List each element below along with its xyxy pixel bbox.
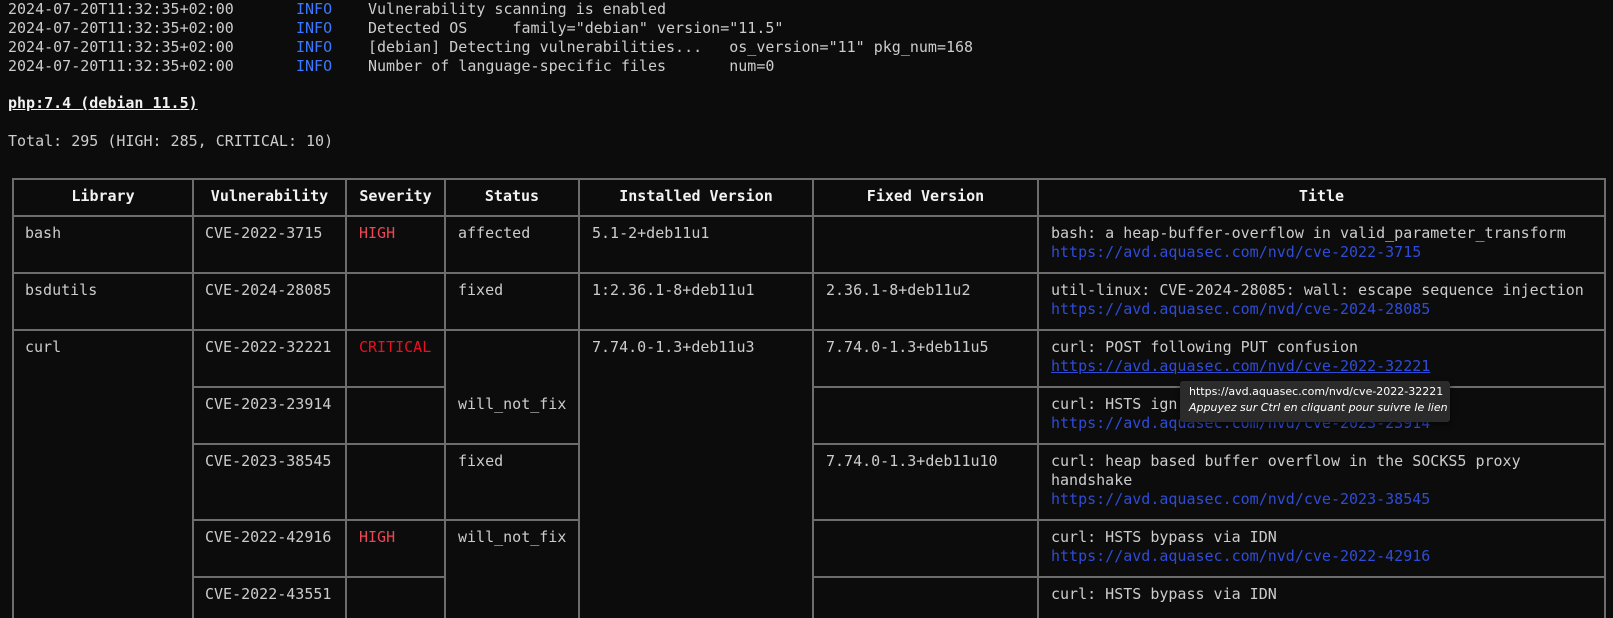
table-border bbox=[192, 386, 445, 388]
log-timestamp: 2024-07-20T11:32:35+02:00 bbox=[8, 38, 234, 56]
vulnerability-id: CVE-2024-28085 bbox=[205, 281, 332, 299]
header-status: Status bbox=[484, 187, 540, 205]
advisory-link[interactable]: https://avd.aquasec.com/nvd/cve-2022-429… bbox=[1051, 547, 1430, 566]
tooltip-hint: Appuyez sur Ctrl en cliquant pour suivre… bbox=[1189, 401, 1448, 414]
status-cell: affected bbox=[458, 224, 531, 242]
link-tooltip: https://avd.aquasec.com/nvd/cve-2022-322… bbox=[1180, 381, 1450, 422]
table-border bbox=[812, 178, 814, 618]
header-library: Library bbox=[71, 187, 135, 205]
library-cell: bash bbox=[25, 224, 62, 242]
log-line: 2024-07-20T11:32:35+02:00 INFO [debian] … bbox=[8, 38, 973, 57]
severity-badge: HIGH bbox=[359, 224, 396, 242]
table-border bbox=[12, 272, 1606, 274]
header-vulnerability: Vulnerability bbox=[210, 187, 329, 205]
log-level: INFO bbox=[296, 38, 333, 56]
installed-version-cell: 7.74.0-1.3+deb11u3 bbox=[592, 338, 755, 356]
status-cell: will_not_fix bbox=[458, 395, 567, 413]
log-message: Vulnerability scanning is enabled bbox=[368, 0, 667, 18]
header-title: Title bbox=[1298, 187, 1345, 205]
log-level: INFO bbox=[296, 0, 333, 18]
title-text: bash: a heap-buffer-overflow in valid_pa… bbox=[1051, 224, 1566, 242]
table-border bbox=[12, 178, 1606, 180]
header-severity: Severity bbox=[359, 187, 432, 205]
advisory-link-hovered[interactable]: https://avd.aquasec.com/nvd/cve-2022-322… bbox=[1051, 357, 1430, 376]
fixed-version-cell: 2.36.1-8+deb11u2 bbox=[826, 281, 971, 299]
log-timestamp: 2024-07-20T11:32:35+02:00 bbox=[8, 57, 234, 75]
tooltip-url: https://avd.aquasec.com/nvd/cve-2022-322… bbox=[1189, 385, 1444, 398]
total-summary: Total: 295 (HIGH: 285, CRITICAL: 10) bbox=[8, 132, 334, 150]
table-border bbox=[578, 178, 580, 618]
table-border bbox=[192, 178, 194, 618]
header-installed-version: Installed Version bbox=[619, 187, 773, 205]
library-cell: bsdutils bbox=[25, 281, 98, 299]
vulnerability-id: CVE-2022-43551 bbox=[205, 585, 332, 603]
table-border bbox=[192, 443, 578, 445]
log-message: Detected OS family="debian" version="11.… bbox=[368, 19, 784, 37]
log-timestamp: 2024-07-20T11:32:35+02:00 bbox=[8, 0, 234, 18]
title-text: curl: POST following PUT confusion bbox=[1051, 338, 1359, 356]
table-border bbox=[12, 178, 14, 618]
fixed-version-cell: 7.74.0-1.3+deb11u10 bbox=[826, 452, 998, 470]
title-text: curl: heap based buffer overflow in the … bbox=[1051, 452, 1521, 470]
vulnerability-id: CVE-2022-32221 bbox=[205, 338, 332, 356]
table-border bbox=[1604, 178, 1606, 618]
title-text: curl: HSTS bypass via IDN bbox=[1051, 528, 1277, 546]
table-border bbox=[812, 443, 1606, 445]
vulnerability-id: CVE-2023-38545 bbox=[205, 452, 332, 470]
table-border bbox=[812, 519, 1606, 521]
table-border bbox=[12, 329, 1606, 331]
vulnerability-id: CVE-2023-23914 bbox=[205, 395, 332, 413]
table-border bbox=[192, 519, 578, 521]
severity-badge: CRITICAL bbox=[359, 338, 432, 356]
table-border bbox=[812, 576, 1606, 578]
log-message: Number of language-specific files num=0 bbox=[368, 57, 775, 75]
title-text: util-linux: CVE-2024-28085: wall: escape… bbox=[1051, 281, 1584, 299]
log-level: INFO bbox=[296, 57, 333, 75]
vulnerability-id: CVE-2022-3715 bbox=[205, 224, 323, 242]
installed-version-cell: 1:2.36.1-8+deb11u1 bbox=[592, 281, 755, 299]
table-border bbox=[345, 178, 347, 618]
log-level: INFO bbox=[296, 19, 333, 37]
library-cell: curl bbox=[25, 338, 62, 356]
status-cell: will_not_fix bbox=[458, 528, 567, 546]
log-output: 2024-07-20T11:32:35+02:00 INFO Vulnerabi… bbox=[8, 0, 973, 76]
title-text: curl: HSTS bypass via IDN bbox=[1051, 585, 1277, 603]
fixed-version-cell: 7.74.0-1.3+deb11u5 bbox=[826, 338, 989, 356]
log-line: 2024-07-20T11:32:35+02:00 INFO Detected … bbox=[8, 19, 783, 38]
severity-badge: HIGH bbox=[359, 528, 396, 546]
title-text: curl: HSTS ign bbox=[1051, 395, 1178, 413]
vulnerability-id: CVE-2022-42916 bbox=[205, 528, 332, 546]
log-line: 2024-07-20T11:32:35+02:00 INFO Number of… bbox=[8, 57, 774, 76]
log-message: [debian] Detecting vulnerabilities... os… bbox=[368, 38, 974, 56]
table-border bbox=[192, 576, 445, 578]
advisory-link[interactable]: https://avd.aquasec.com/nvd/cve-2022-371… bbox=[1051, 243, 1421, 262]
log-timestamp: 2024-07-20T11:32:35+02:00 bbox=[8, 19, 234, 37]
table-border bbox=[444, 178, 446, 618]
scan-target-title: php:7.4 (debian 11.5) bbox=[8, 94, 198, 112]
table-border bbox=[12, 215, 1606, 217]
installed-version-cell: 5.1-2+deb11u1 bbox=[592, 224, 710, 242]
log-line: 2024-07-20T11:32:35+02:00 INFO Vulnerabi… bbox=[8, 0, 666, 19]
header-fixed-version: Fixed Version bbox=[866, 187, 985, 205]
status-cell: fixed bbox=[458, 452, 504, 470]
status-cell: fixed bbox=[458, 281, 504, 299]
title-text-continued: handshake bbox=[1051, 471, 1133, 489]
advisory-link[interactable]: https://avd.aquasec.com/nvd/cve-2023-385… bbox=[1051, 490, 1430, 509]
table-border bbox=[1037, 178, 1039, 618]
advisory-link[interactable]: https://avd.aquasec.com/nvd/cve-2024-280… bbox=[1051, 300, 1430, 319]
